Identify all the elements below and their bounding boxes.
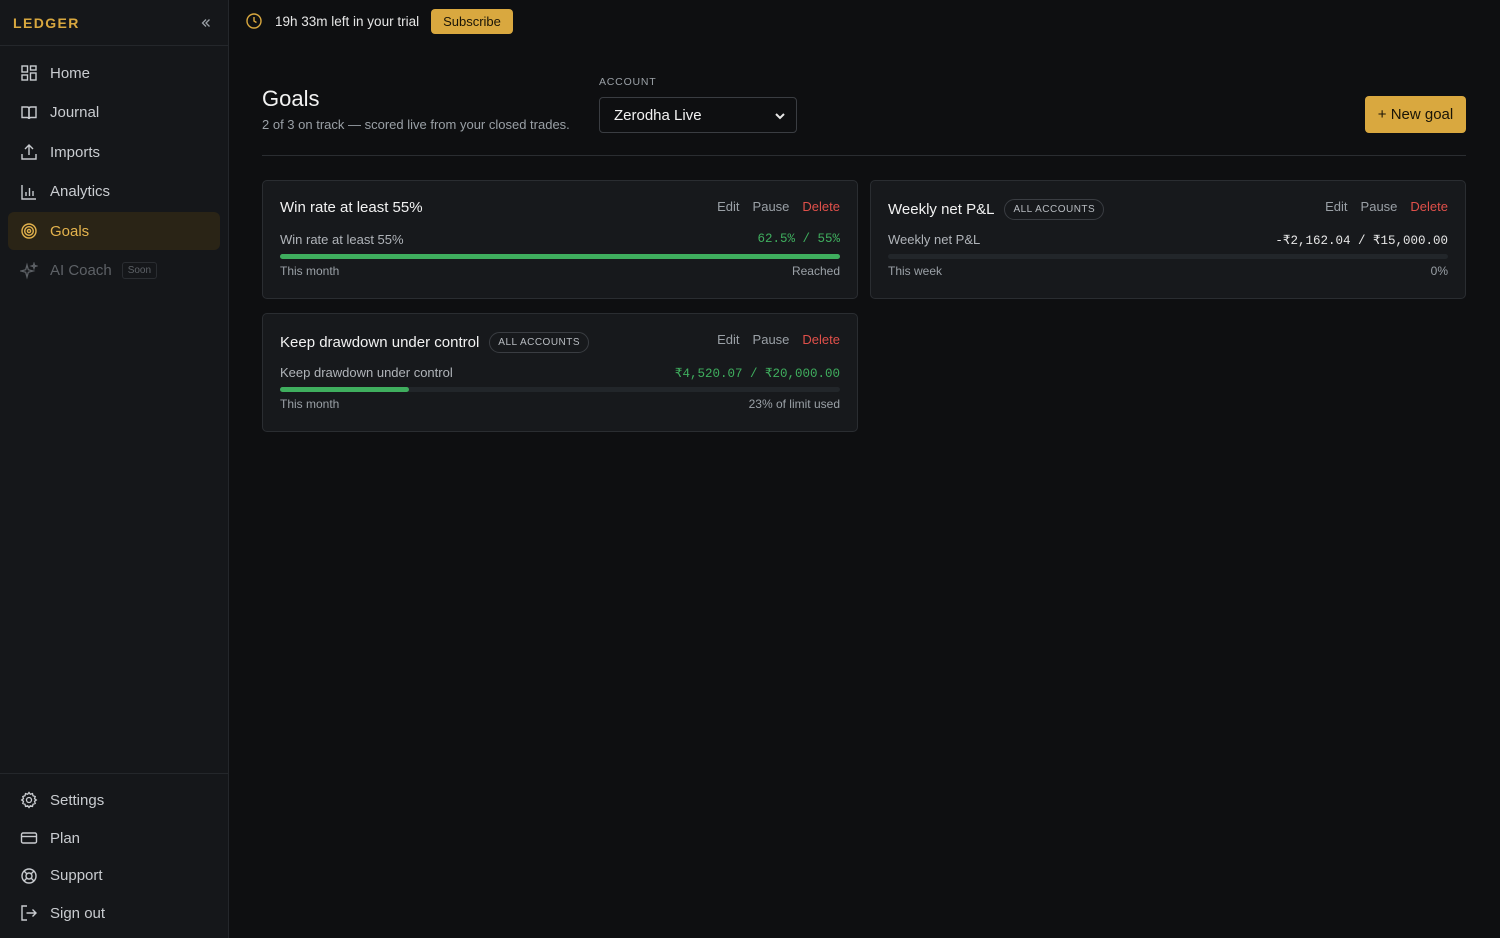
goal-actions: Edit Pause Delete	[1325, 199, 1448, 214]
goal-metric-label: Weekly net P&L	[888, 232, 981, 247]
goal-period: This month	[280, 397, 340, 411]
book-icon	[20, 104, 38, 122]
sidebar-item-label: Journal	[50, 104, 100, 122]
goal-period: This month	[280, 264, 340, 278]
goal-actions: Edit Pause Delete	[717, 199, 840, 214]
sidebar-item-analytics[interactable]: Analytics	[8, 173, 220, 211]
upload-icon	[20, 143, 38, 161]
goal-period: This week	[888, 264, 943, 278]
sidebar-item-label: Plan	[50, 829, 81, 847]
sidebar-item-support[interactable]: Support	[8, 857, 220, 895]
trial-banner: 19h 33m left in your trial Subscribe	[229, 0, 1500, 42]
goal-card-weekly-pnl: Weekly net P&L ALL ACCOUNTS Edit Pause D…	[870, 180, 1466, 299]
goal-title-text: Weekly net P&L	[888, 201, 995, 218]
goal-status: 23% of limit used	[748, 397, 840, 411]
sidebar-item-label: Support	[50, 867, 103, 885]
goal-footer: This month Reached	[280, 264, 840, 278]
brand-logo: LEDGER	[13, 14, 80, 31]
edit-button[interactable]: Edit	[717, 332, 739, 347]
sidebar-item-label: Goals	[50, 222, 90, 240]
goal-title: Win rate at least 55%	[280, 199, 423, 216]
new-goal-button[interactable]: + New goal	[1365, 96, 1466, 133]
pause-button[interactable]: Pause	[753, 199, 790, 214]
sidebar-item-journal[interactable]: Journal	[8, 94, 220, 132]
delete-button[interactable]: Delete	[1410, 199, 1448, 214]
pause-button[interactable]: Pause	[753, 332, 790, 347]
goal-status: Reached	[791, 264, 840, 278]
account-label: ACCOUNT	[599, 76, 657, 88]
goal-footer: This week 0%	[888, 264, 1448, 278]
goal-metric-row: Win rate at least 55% 62.5% / 55%	[280, 232, 840, 247]
delete-button[interactable]: Delete	[802, 332, 840, 347]
goal-footer: This month 23% of limit used	[280, 397, 840, 411]
sparkle-icon	[20, 261, 38, 280]
sidebar-item-label: Settings	[50, 791, 105, 809]
grid-icon	[20, 64, 38, 82]
sidebar-item-label: Imports	[50, 143, 101, 161]
goal-progress-track	[280, 387, 840, 392]
account-select[interactable]: Zerodha Live	[599, 97, 797, 133]
goal-status: 0%	[1430, 264, 1448, 278]
goal-title: Weekly net P&L ALL ACCOUNTS	[888, 199, 1105, 220]
subscribe-button[interactable]: Subscribe	[431, 8, 513, 34]
page-header: Goals 2 of 3 on track — scored live from…	[262, 76, 1466, 156]
sidebar-bottom-nav: Settings Plan Support Sign out	[0, 772, 228, 938]
goal-metric-row: Weekly net P&L -₹2,162.04 / ₹15,000.00	[888, 232, 1448, 248]
gear-icon	[20, 791, 38, 810]
sidebar-item-home[interactable]: Home	[8, 54, 220, 92]
sidebar-item-label: Analytics	[50, 183, 111, 201]
goal-title: Keep drawdown under control ALL ACCOUNTS	[280, 332, 590, 353]
target-icon	[20, 222, 38, 240]
sidebar-item-ai-coach: AI Coach Soon	[8, 252, 220, 290]
edit-button[interactable]: Edit	[1325, 199, 1347, 214]
credit-card-icon	[20, 829, 38, 847]
pause-button[interactable]: Pause	[1361, 199, 1398, 214]
soon-badge: Soon	[121, 262, 158, 280]
sidebar-item-label: Home	[50, 64, 91, 82]
edit-button[interactable]: Edit	[717, 199, 739, 214]
goal-card-drawdown: Keep drawdown under control ALL ACCOUNTS…	[262, 313, 858, 432]
goal-metric-value: 62.5% / 55%	[757, 232, 840, 246]
page-title: Goals	[262, 86, 320, 111]
goal-metric-value: ₹4,520.07 / ₹20,000.00	[674, 367, 840, 381]
sidebar-item-label: AI Coach	[50, 262, 112, 280]
trial-countdown: 19h 33m left in your trial	[275, 13, 420, 29]
lifebuoy-icon	[20, 867, 38, 885]
sidebar: LEDGER Home Journal Imports Analytics Go…	[0, 0, 229, 938]
sidebar-item-sign-out[interactable]: Sign out	[8, 894, 220, 932]
goal-metric-label: Win rate at least 55%	[280, 232, 404, 247]
goal-card-win-rate: Win rate at least 55% Edit Pause Delete …	[262, 180, 858, 299]
account-scope-badge: ALL ACCOUNTS	[489, 332, 590, 353]
chevron-down-icon	[774, 109, 786, 121]
goal-metric-row: Keep drawdown under control ₹4,520.07 / …	[280, 365, 840, 381]
goal-title-text: Keep drawdown under control	[280, 334, 480, 351]
goal-progress-track	[280, 254, 840, 259]
goal-actions: Edit Pause Delete	[717, 332, 840, 347]
account-scope-badge: ALL ACCOUNTS	[1004, 199, 1105, 220]
sidebar-item-imports[interactable]: Imports	[8, 133, 220, 171]
account-select-value: Zerodha Live	[614, 106, 702, 124]
sidebar-nav: Home Journal Imports Analytics Goals AI …	[0, 46, 228, 300]
sidebar-item-label: Sign out	[50, 904, 106, 922]
sidebar-item-goals[interactable]: Goals	[8, 212, 220, 251]
sign-out-icon	[20, 904, 38, 922]
goal-metric-label: Keep drawdown under control	[280, 365, 453, 380]
goal-title-text: Win rate at least 55%	[280, 199, 423, 216]
collapse-sidebar-icon[interactable]	[197, 14, 215, 32]
goal-progress-fill	[280, 254, 840, 259]
page-subtitle: 2 of 3 on track — scored live from your …	[262, 117, 570, 132]
goal-progress-fill	[280, 387, 409, 392]
brand-row: LEDGER	[0, 0, 228, 46]
goal-metric-value: -₹2,162.04 / ₹15,000.00	[1275, 234, 1448, 248]
sidebar-item-settings[interactable]: Settings	[8, 782, 220, 820]
goal-progress-track	[888, 254, 1448, 259]
sidebar-item-plan[interactable]: Plan	[8, 819, 220, 857]
delete-button[interactable]: Delete	[802, 199, 840, 214]
clock-icon	[245, 12, 263, 30]
bar-chart-icon	[20, 183, 38, 201]
